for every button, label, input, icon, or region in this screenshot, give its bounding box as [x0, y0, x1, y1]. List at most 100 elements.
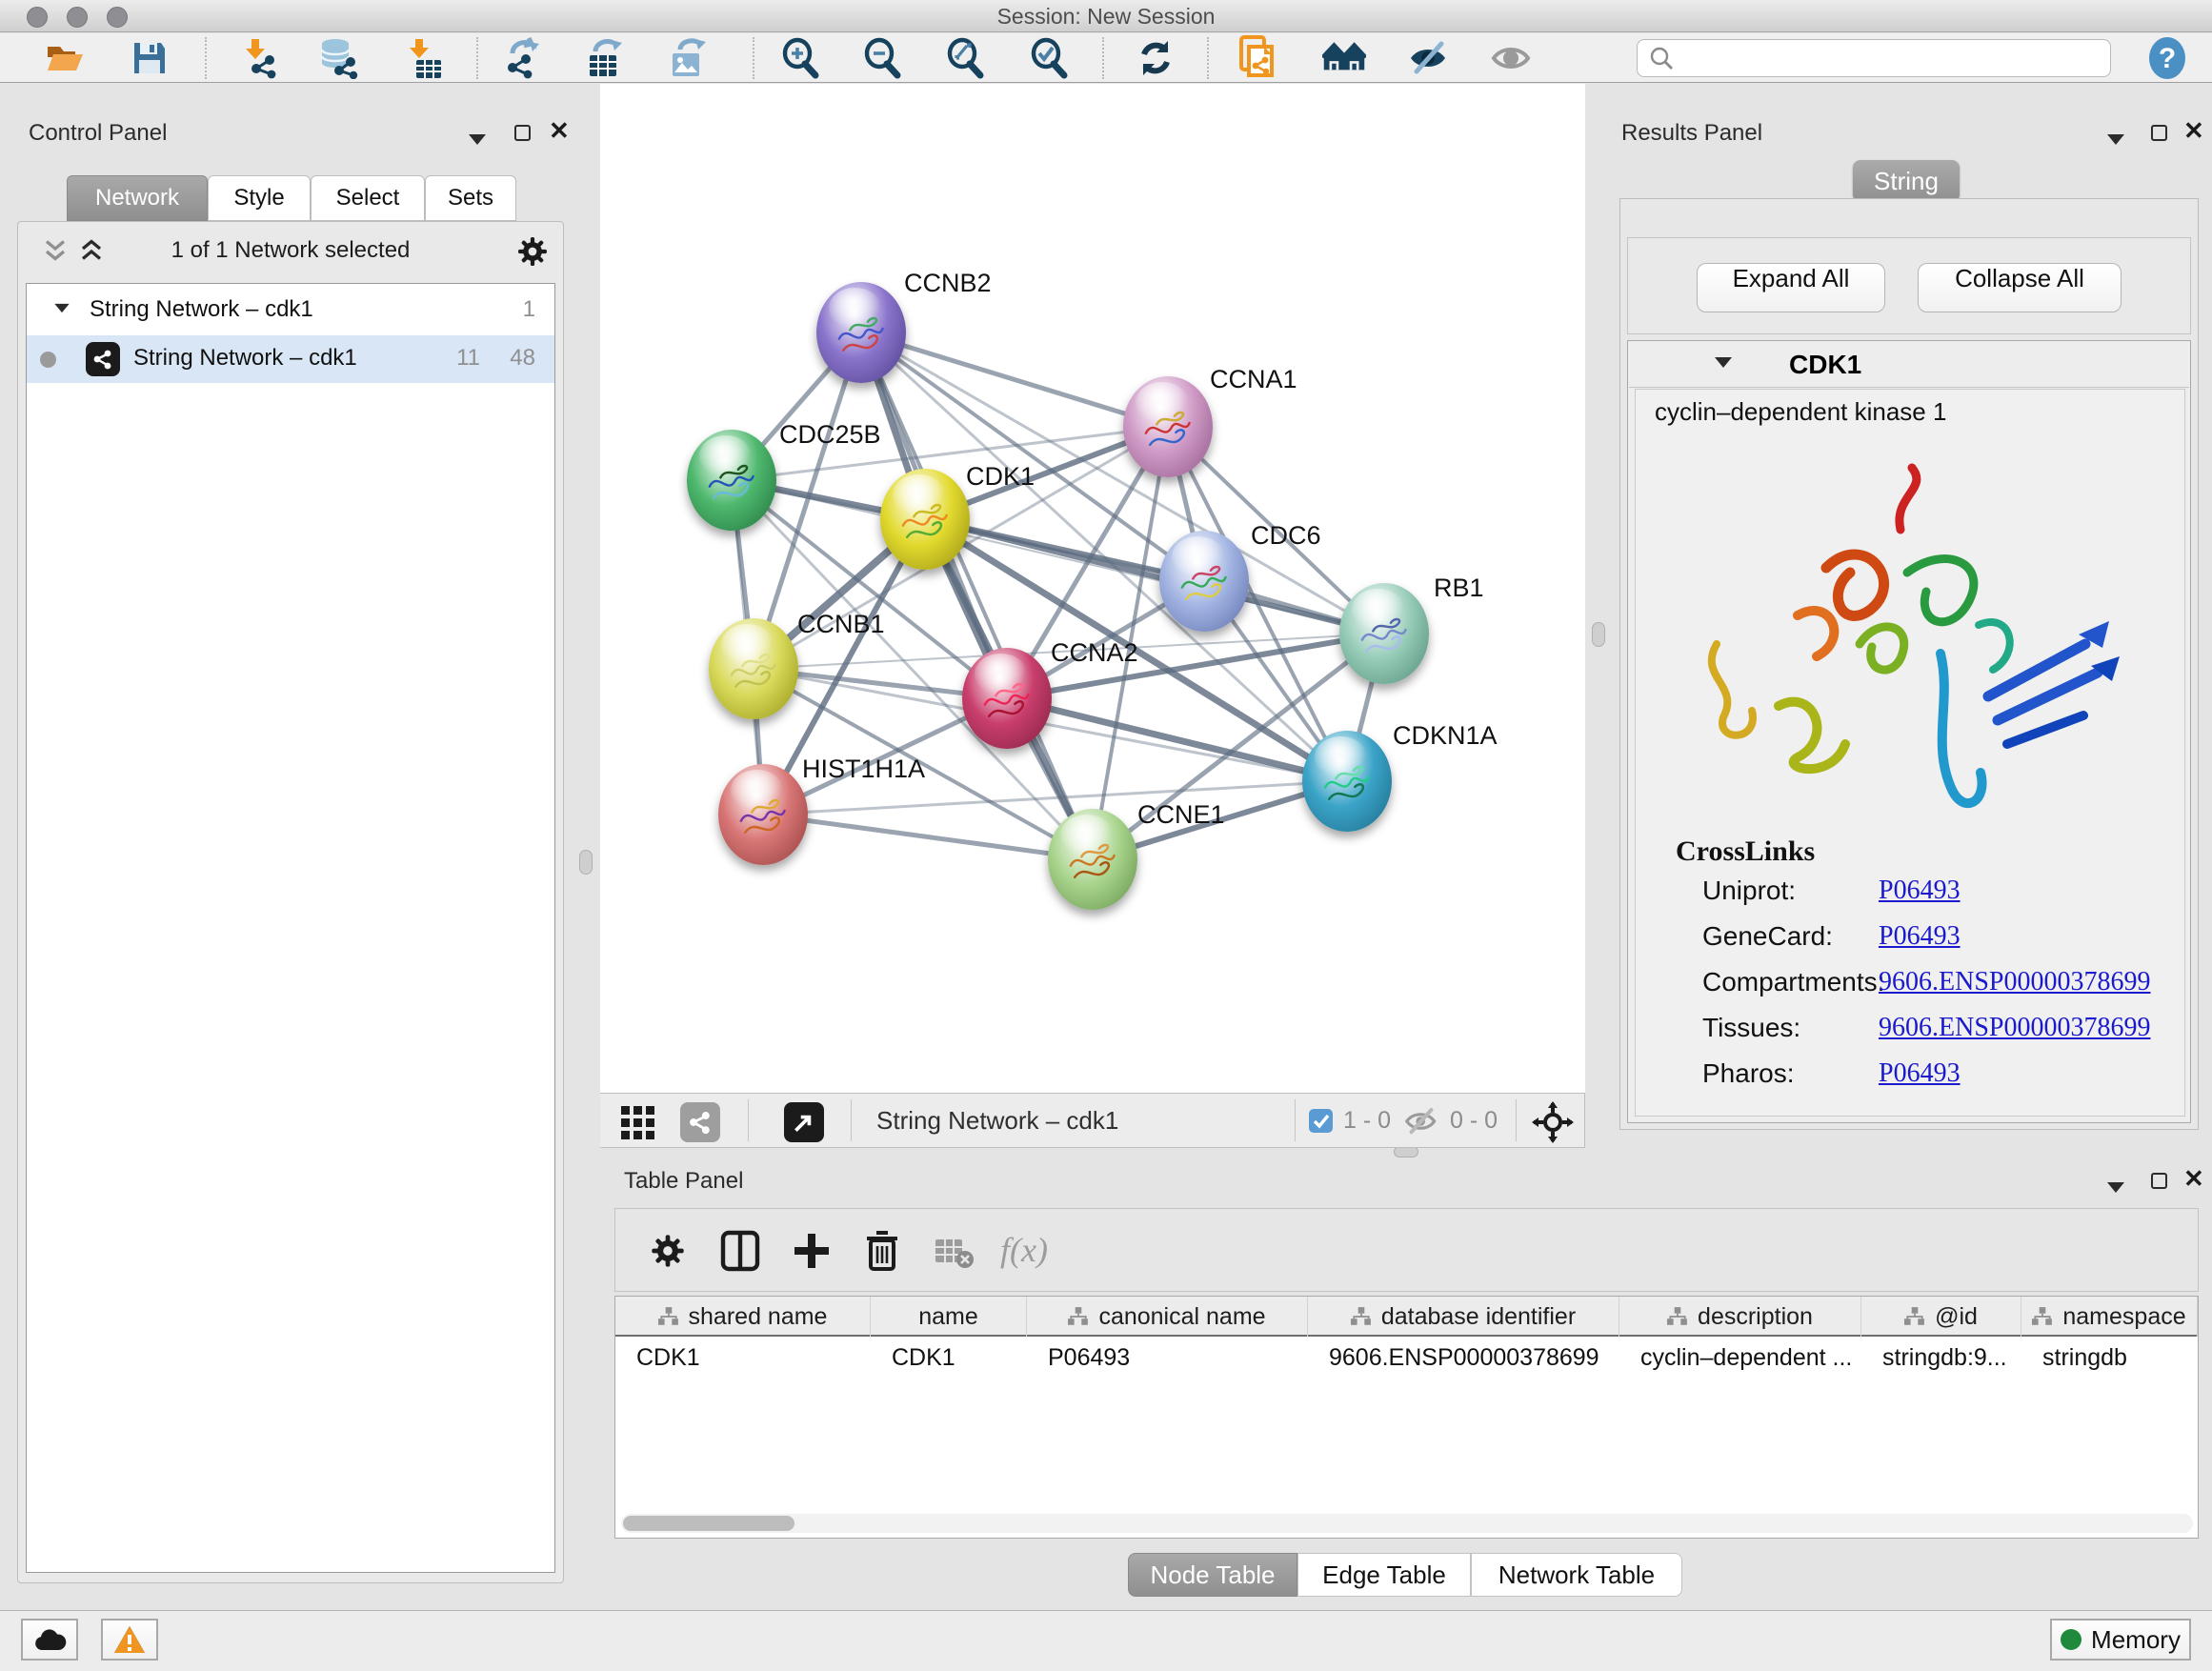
import-network-file-button[interactable] [237, 36, 281, 80]
node-CCNA1[interactable] [1123, 376, 1213, 477]
crosslink-link[interactable]: P06493 [1879, 921, 1961, 952]
help-button[interactable]: ? [2145, 36, 2189, 80]
collapse-all-button[interactable]: Collapse All [1918, 263, 2122, 312]
node-CCNE1[interactable] [1048, 809, 1137, 910]
open-in-window-icon[interactable] [784, 1102, 824, 1142]
panel-float-icon[interactable] [2151, 122, 2167, 147]
vertical-splitter-handle[interactable] [1592, 622, 1605, 647]
show-columns-icon[interactable] [720, 1230, 760, 1272]
zoom-out-button[interactable] [860, 36, 904, 80]
section-collapse-icon[interactable] [1715, 357, 1732, 368]
import-network-database-button[interactable] [316, 36, 360, 80]
delete-table-icon[interactable] [934, 1236, 975, 1270]
table-horizontal-scrollbar[interactable] [621, 1514, 2193, 1533]
node-CCNB1[interactable] [709, 618, 798, 719]
edge-CCNE1-HIST1H1A[interactable] [763, 815, 1093, 859]
table-cell[interactable]: CDK1 [615, 1344, 871, 1372]
open-session-button[interactable] [43, 36, 87, 80]
birdseye-grid-icon[interactable] [619, 1102, 657, 1140]
panel-close-icon[interactable]: ✕ [549, 120, 570, 145]
panel-menu-icon[interactable] [2107, 126, 2124, 151]
table-gear-icon[interactable] [649, 1232, 687, 1270]
collapse-triangle-icon[interactable] [54, 304, 69, 312]
zoom-selected-button[interactable] [1027, 36, 1071, 80]
node-CCNA2[interactable] [962, 648, 1052, 749]
column-header-namespace[interactable]: namespace [2021, 1297, 2198, 1337]
gene-section-header[interactable]: CDK1 [1629, 342, 2189, 388]
export-network-button[interactable] [501, 36, 545, 80]
table-cell[interactable]: P06493 [1027, 1344, 1308, 1372]
column-header-name[interactable]: name [871, 1297, 1027, 1337]
save-session-button[interactable] [128, 36, 171, 80]
table-cell[interactable]: cyclin–dependent ... [1619, 1344, 1861, 1372]
node-label-CCNE1: CCNE1 [1137, 800, 1225, 830]
tab-node-table[interactable]: Node Table [1128, 1553, 1297, 1597]
column-header-database-identifier[interactable]: database identifier [1308, 1297, 1619, 1337]
column-header--id[interactable]: @id [1861, 1297, 2021, 1337]
scrollbar-thumb[interactable] [623, 1516, 794, 1531]
table-cell[interactable]: CDK1 [871, 1344, 1027, 1372]
import-table-file-button[interactable] [401, 36, 445, 80]
crosslink-link[interactable]: 9606.ENSP00000378699 [1879, 1013, 2150, 1043]
node-CDK1[interactable] [880, 469, 970, 570]
search-input[interactable] [1681, 42, 2110, 74]
table-cell[interactable]: stringdb [2021, 1344, 2198, 1372]
crosslink-link[interactable]: P06493 [1879, 1058, 1961, 1089]
function-builder-button[interactable]: f(x) [1000, 1230, 1048, 1270]
tab-style[interactable]: Style [208, 175, 311, 221]
node-CDKN1A[interactable] [1302, 731, 1392, 832]
tab-network[interactable]: Network [67, 175, 208, 221]
zoom-in-button[interactable] [778, 36, 822, 80]
network-row-selected[interactable]: String Network – cdk1 11 48 [27, 335, 554, 383]
column-header-shared-name[interactable]: shared name [615, 1297, 871, 1337]
table-cell[interactable]: 9606.ENSP00000378699 [1308, 1344, 1619, 1372]
node-CDC6[interactable] [1159, 531, 1249, 632]
panel-close-icon[interactable]: ✕ [2183, 120, 2204, 145]
cloud-button[interactable] [21, 1619, 78, 1661]
gear-icon[interactable] [515, 234, 550, 269]
hide-selected-button[interactable] [1407, 36, 1451, 80]
panel-close-icon[interactable]: ✕ [2183, 1168, 2204, 1193]
show-all-button[interactable] [1490, 36, 1534, 80]
warnings-button[interactable] [101, 1619, 158, 1661]
hidden-eye-slash-icon[interactable] [1403, 1106, 1439, 1137]
panel-menu-icon[interactable] [2107, 1174, 2124, 1198]
tab-edge-table[interactable]: Edge Table [1297, 1553, 1471, 1597]
export-table-button[interactable] [582, 36, 626, 80]
clone-network-button[interactable] [1235, 36, 1278, 80]
tab-sets[interactable]: Sets [425, 175, 516, 221]
crosslink-link[interactable]: 9606.ENSP00000378699 [1879, 967, 2150, 997]
crosslink-link[interactable]: P06493 [1879, 876, 1961, 906]
network-collection-row[interactable]: String Network – cdk1 1 [27, 288, 554, 335]
panel-menu-icon[interactable] [469, 126, 486, 151]
delete-column-trash-icon[interactable] [863, 1229, 901, 1273]
crosslink-row: Pharos:P06493 [1702, 1058, 1795, 1090]
houses-icon [1322, 39, 1366, 77]
table-cell[interactable]: stringdb:9... [1861, 1344, 2021, 1372]
column-header-description[interactable]: description [1619, 1297, 1861, 1337]
add-column-icon[interactable] [791, 1230, 833, 1272]
export-image-button[interactable] [665, 36, 709, 80]
panel-float-icon[interactable] [514, 122, 531, 147]
memory-button[interactable]: Memory [2050, 1619, 2191, 1661]
network-view-canvas[interactable]: CCNB2CCNA1CDC25BCDK1CDC6RB1CCNB1CCNA2CDK… [600, 84, 1585, 1093]
edge-CCNB2-CCNA1[interactable] [861, 332, 1168, 427]
zoom-fit-button[interactable] [943, 36, 987, 80]
expand-all-button[interactable]: Expand All [1697, 263, 1885, 312]
column-header-canonical-name[interactable]: canonical name [1027, 1297, 1308, 1337]
apply-layout-button[interactable] [1134, 36, 1177, 80]
network-share-icon[interactable] [680, 1102, 720, 1142]
string-home-button[interactable] [1322, 36, 1366, 80]
node-RB1[interactable] [1339, 583, 1429, 684]
pan-crosshair-icon[interactable] [1532, 1101, 1574, 1143]
tab-network-table[interactable]: Network Table [1471, 1553, 1682, 1597]
tab-string[interactable]: String [1853, 160, 1960, 202]
zoom-out-icon [861, 37, 903, 79]
vertical-splitter-handle[interactable] [579, 850, 593, 875]
node-CCNB2[interactable] [816, 282, 906, 383]
panel-float-icon[interactable] [2151, 1170, 2167, 1195]
selected-checkbox-icon[interactable] [1308, 1108, 1334, 1134]
node-HIST1H1A[interactable] [718, 764, 808, 865]
node-CDC25B[interactable] [687, 430, 776, 531]
tab-select[interactable]: Select [311, 175, 425, 221]
